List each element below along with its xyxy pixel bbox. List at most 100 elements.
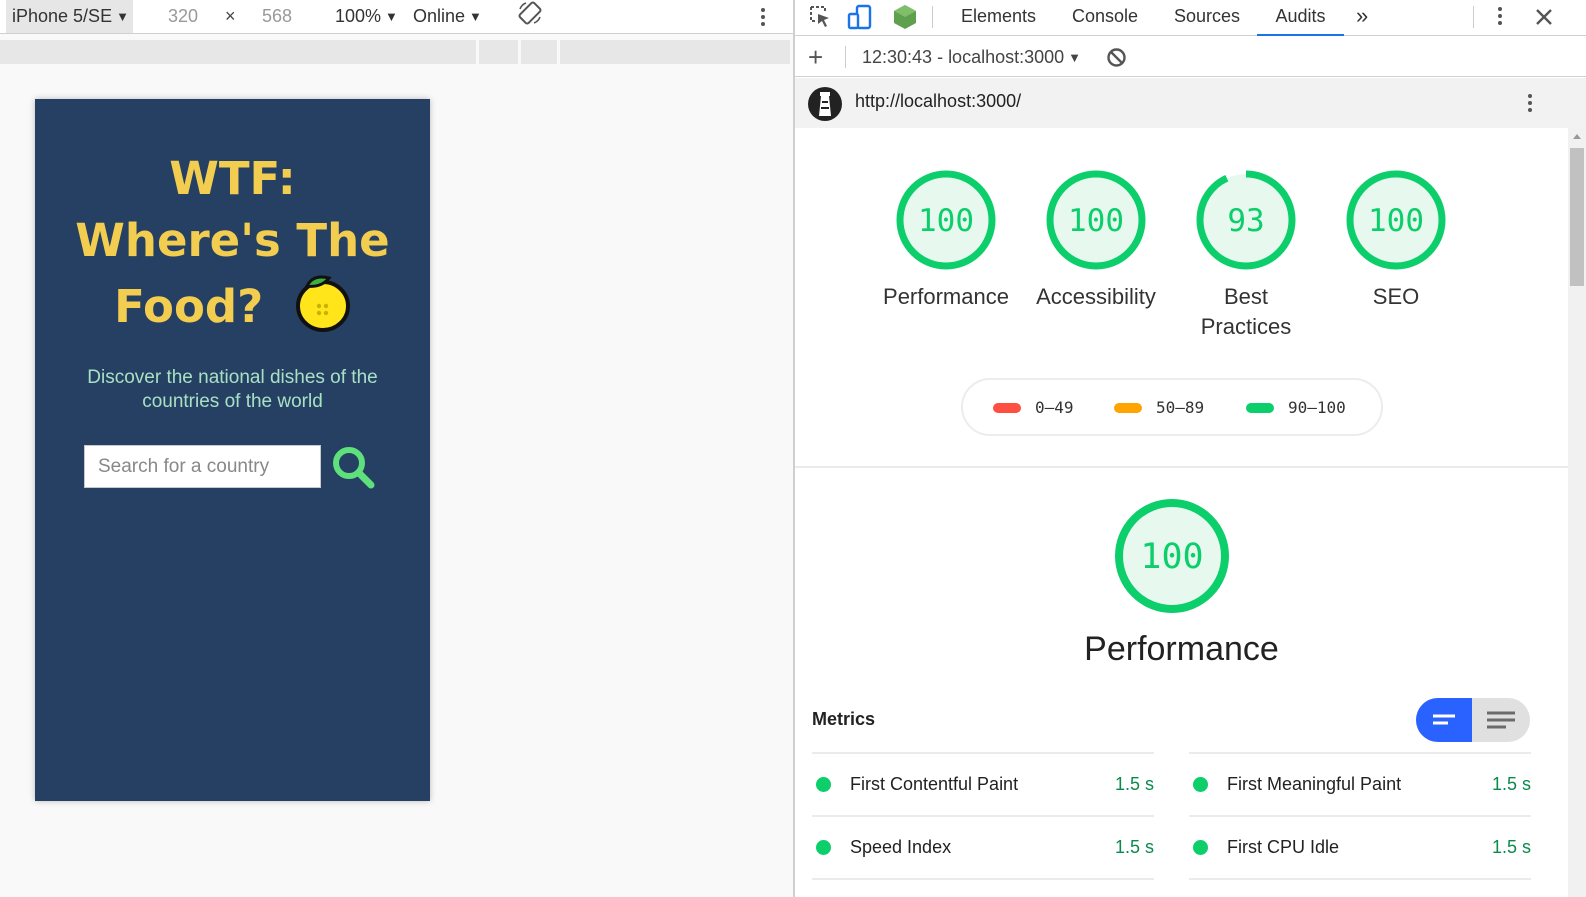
media-query-bar[interactable] <box>0 40 790 64</box>
metric-row: Speed Index 1.5 s <box>812 815 1154 878</box>
metrics-column-right: First Meaningful Paint 1.5 s First CPU I… <box>1189 752 1531 888</box>
expanded-lines-icon <box>1487 711 1515 729</box>
tab-sources[interactable]: Sources <box>1174 0 1240 36</box>
throttle-select-label: Online <box>413 6 466 26</box>
metric-value: 1.5 s <box>1114 774 1154 794</box>
metric-value: 1.5 s <box>1491 837 1531 857</box>
search-icon <box>333 447 375 489</box>
score-value: 100 <box>1140 537 1203 577</box>
scrollbar-thumb[interactable] <box>1570 148 1584 286</box>
section-divider <box>795 466 1568 468</box>
device-emulation-pane: iPhone 5/SE ▼ 320 × 568 100% ▼ Online ▼ WTF… <box>0 0 793 897</box>
title-line-1: WTF: <box>169 152 296 205</box>
score-legend: 0–49 50–89 90–100 <box>961 378 1383 436</box>
legend-swatch <box>1114 403 1142 413</box>
metrics-view-toggle <box>1416 698 1530 742</box>
audit-report-label: 12:30:43 - localhost:3000 <box>862 47 1065 67</box>
title-line-2: Where's The <box>75 214 390 267</box>
title-line-3-text: Food? <box>114 280 264 333</box>
clear-audits-icon[interactable] <box>1106 47 1127 67</box>
tab-elements[interactable]: Elements <box>961 0 1036 36</box>
gauge-ring: 100 <box>896 170 996 270</box>
legend-range: 50–89 <box>1156 398 1205 417</box>
pass-status-icon <box>1193 840 1208 855</box>
country-search-input[interactable] <box>84 445 321 488</box>
score-value: 100 <box>918 203 974 239</box>
score-label-line-2: Practices <box>1200 314 1292 339</box>
throttle-select[interactable]: Online ▼ <box>413 0 482 33</box>
width-input[interactable]: 320 <box>168 0 198 33</box>
new-audit-button[interactable]: + <box>808 37 823 77</box>
node-devtools-icon[interactable] <box>892 4 918 35</box>
score-label: Best Practices <box>1179 282 1313 342</box>
gauge-ring: 100 <box>1115 499 1229 613</box>
gauge-ring: 100 <box>1346 170 1446 270</box>
pass-status-icon <box>816 777 831 792</box>
score-label: Performance <box>883 284 1009 309</box>
lighthouse-logo-icon <box>807 86 843 127</box>
compact-view-button[interactable] <box>1416 698 1472 742</box>
lighthouse-report: 100 Performance 100 Accessibility 93 Bes… <box>795 128 1568 897</box>
score-label: SEO <box>1372 284 1420 309</box>
metrics-column-left: First Contentful Paint 1.5 s Speed Index… <box>812 752 1154 888</box>
metric-row-divider <box>812 878 1154 888</box>
caret-down-icon: ▼ <box>1068 50 1082 65</box>
metric-value: 1.5 s <box>1114 837 1154 857</box>
gauge-ring: 100 <box>1046 170 1146 270</box>
device-select[interactable]: iPhone 5/SE ▼ <box>6 0 133 33</box>
app-title: WTF: Where's The Food? <box>35 148 430 338</box>
tab-console[interactable]: Console <box>1072 0 1138 36</box>
devtools-tab-bar: Elements Console Sources Audits » <box>795 0 1586 36</box>
audit-report-select[interactable]: 12:30:43 - localhost:3000 ▼ <box>862 37 1081 77</box>
inspect-element-icon[interactable] <box>808 4 832 35</box>
report-url: http://localhost:3000/ <box>855 91 1022 111</box>
legend-range: 0–49 <box>1035 398 1074 417</box>
audits-toolbar: + 12:30:43 - localhost:3000 ▼ <box>795 37 1586 77</box>
score-gauge-seo[interactable]: 100 SEO <box>1329 170 1463 312</box>
zoom-select[interactable]: 100% ▼ <box>335 0 398 33</box>
metric-value: 1.5 s <box>1491 774 1531 794</box>
height-input[interactable]: 568 <box>262 0 292 33</box>
metrics-heading: Metrics <box>812 709 876 729</box>
device-toolbar-toggle-icon[interactable] <box>847 4 873 35</box>
scroll-up-arrow-icon[interactable] <box>1573 134 1581 139</box>
pass-status-icon <box>816 840 831 855</box>
metric-row: First Contentful Paint 1.5 s <box>812 752 1154 815</box>
performance-gauge: 100 <box>1114 498 1230 619</box>
close-devtools-icon[interactable] <box>1533 6 1555 33</box>
tab-audits[interactable]: Audits <box>1257 0 1344 36</box>
metric-name: First CPU Idle <box>1227 837 1340 857</box>
title-line-3: Food? <box>35 272 430 338</box>
metric-row: First Meaningful Paint 1.5 s <box>1189 752 1531 815</box>
metric-name: Speed Index <box>850 837 952 857</box>
metric-name: First Meaningful Paint <box>1227 774 1402 794</box>
more-options-icon[interactable] <box>755 0 771 33</box>
score-label-line-1: Best <box>1223 284 1269 309</box>
score-gauge-accessibility[interactable]: 100 Accessibility <box>1029 170 1163 312</box>
report-menu-icon[interactable] <box>1522 90 1538 116</box>
toolbar-separator <box>1473 6 1474 28</box>
legend-range: 90–100 <box>1288 398 1346 417</box>
search-button[interactable] <box>331 445 377 491</box>
legend-item-fail: 0–49 <box>993 398 1074 417</box>
performance-heading: Performance <box>1084 630 1279 668</box>
caret-down-icon: ▼ <box>469 9 482 24</box>
report-scrollbar[interactable] <box>1568 128 1586 897</box>
metric-row: First CPU Idle 1.5 s <box>1189 815 1531 878</box>
compact-lines-icon <box>1433 714 1455 725</box>
score-value: 100 <box>1068 203 1124 239</box>
caret-down-icon: ▼ <box>385 9 398 24</box>
device-select-label: iPhone 5/SE <box>12 6 113 26</box>
devtools-menu-icon[interactable] <box>1492 0 1508 32</box>
score-label: Accessibility <box>1036 284 1156 309</box>
score-value: 93 <box>1227 203 1264 239</box>
toolbar-separator <box>932 6 933 28</box>
devtools-panel: Elements Console Sources Audits » + 12:3… <box>795 0 1586 897</box>
rotate-icon[interactable] <box>517 0 543 33</box>
score-gauge-performance[interactable]: 100 Performance <box>879 170 1013 312</box>
metric-name: First Contentful Paint <box>850 774 1019 794</box>
score-gauge-best-practices[interactable]: 93 Best Practices <box>1179 170 1313 342</box>
legend-swatch <box>993 403 1021 413</box>
expanded-view-button[interactable] <box>1474 698 1530 742</box>
more-tabs-icon[interactable]: » <box>1356 0 1368 36</box>
